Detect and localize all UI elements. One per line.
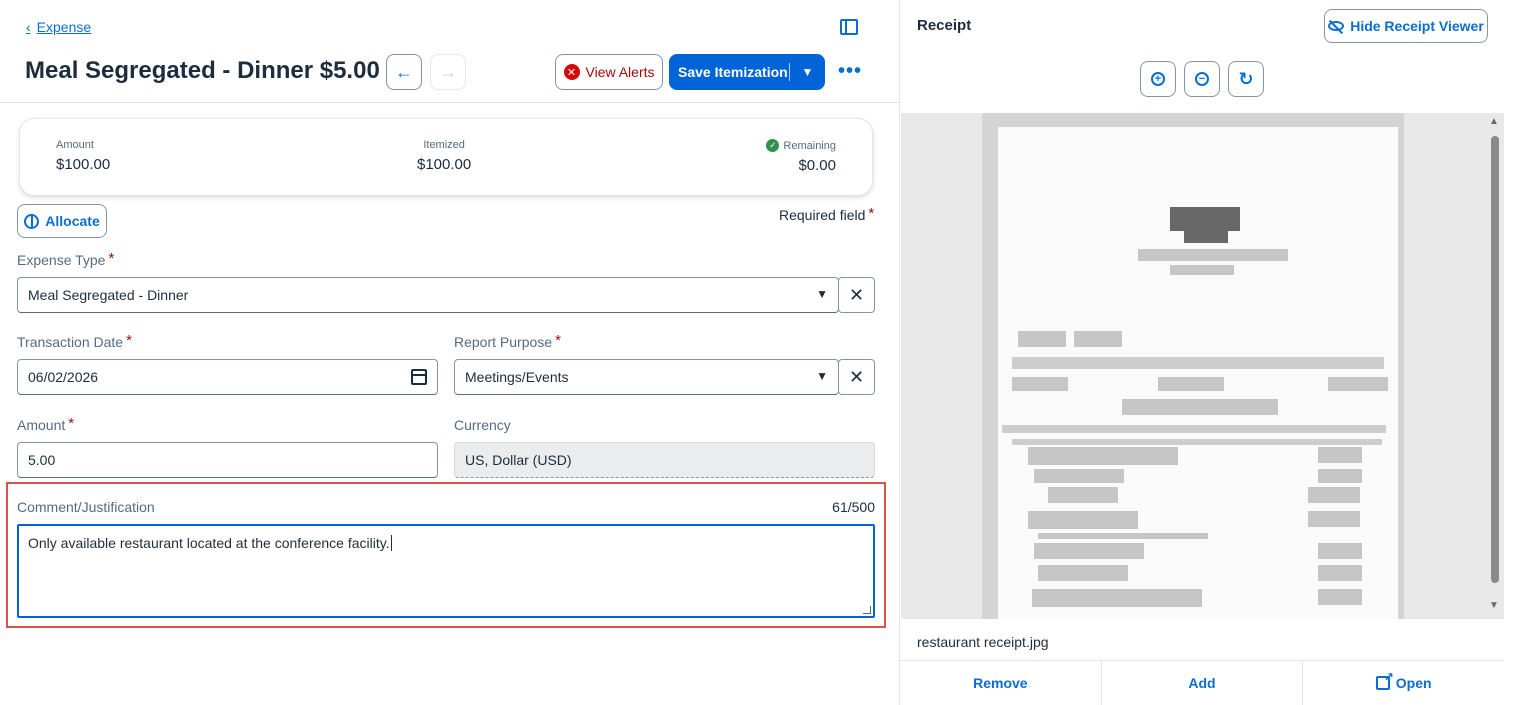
zoom-out-button[interactable]: − [1184, 61, 1220, 97]
amount-label-text: Amount [17, 417, 66, 433]
transaction-date-label: Transaction Date * [17, 332, 132, 351]
rotate-icon: ↻ [1238, 68, 1254, 89]
scroll-down-icon[interactable]: ▼ [1489, 600, 1499, 611]
zoom-out-icon: − [1195, 72, 1209, 86]
comment-value: Only available restaurant located at the… [28, 535, 390, 551]
expense-type-label-text: Expense Type [17, 252, 106, 268]
open-receipt-button[interactable]: Open [1303, 661, 1504, 705]
expense-type-value: Meal Segregated - Dinner [28, 287, 189, 303]
receipt-image [982, 113, 1404, 619]
summary-itemized-value: $100.00 [417, 156, 472, 173]
add-receipt-button[interactable]: Add [1102, 661, 1304, 705]
receipt-scrollbar[interactable]: ▲ ▼ [1489, 116, 1500, 614]
transaction-date-label-text: Transaction Date [17, 334, 124, 350]
arrow-right-icon: → [439, 61, 457, 82]
receipt-title: Receipt [917, 17, 972, 34]
report-purpose-value: Meetings/Events [465, 369, 569, 385]
summary-amount-value: $100.00 [56, 156, 111, 173]
required-marker: * [68, 415, 75, 432]
receipt-filename: restaurant receipt.jpg [917, 634, 1049, 650]
receipt-pane: Receipt Hide Receipt Viewer + − ↻ ▲ ▼ re… [899, 0, 1514, 705]
receipt-image-viewer[interactable] [901, 113, 1504, 619]
chevron-down-icon: ▼ [816, 369, 828, 383]
chevron-down-icon[interactable]: ▼ [790, 65, 825, 79]
required-marker: * [555, 332, 561, 349]
save-itemization-button[interactable]: Save Itemization ▼ [669, 54, 825, 90]
side-panel-icon[interactable] [840, 19, 858, 35]
comment-label: Comment/Justification [17, 499, 155, 515]
zoom-in-button[interactable]: + [1140, 61, 1176, 97]
summary-amount: Amount $100.00 [56, 139, 110, 173]
next-item-button[interactable]: → [430, 54, 466, 90]
transaction-date-value: 06/02/2026 [28, 369, 99, 385]
previous-item-button[interactable]: ← [386, 54, 422, 90]
required-marker: * [108, 250, 115, 267]
resize-handle[interactable] [863, 606, 871, 614]
allocate-label: Allocate [45, 213, 100, 229]
itemization-summary-card: Amount $100.00 Itemized $100.00 ✓ Remain… [20, 119, 872, 195]
expense-type-select[interactable]: Meal Segregated - Dinner ▼ [17, 277, 839, 313]
zoom-in-icon: + [1151, 72, 1165, 86]
arrow-left-icon: ← [395, 61, 413, 82]
eye-slash-icon [1328, 21, 1345, 31]
close-icon: ✕ [848, 366, 865, 387]
text-cursor [390, 535, 392, 551]
pie-chart-icon [24, 213, 40, 229]
receipt-actions: Remove Add Open [900, 660, 1504, 705]
remove-label: Remove [973, 675, 1028, 691]
rotate-button[interactable]: ↻ [1228, 61, 1264, 97]
summary-amount-label: Amount [56, 139, 94, 151]
required-field-text: Required field [779, 207, 866, 223]
amount-label: Amount * [17, 415, 75, 434]
view-alerts-button[interactable]: ✕ View Alerts [555, 54, 663, 90]
clear-expense-type-button[interactable]: ✕ [838, 277, 875, 313]
open-label: Open [1395, 675, 1432, 691]
add-label: Add [1188, 675, 1216, 691]
calendar-icon[interactable] [411, 369, 427, 385]
report-purpose-label-text: Report Purpose [454, 334, 553, 350]
remove-receipt-button[interactable]: Remove [900, 661, 1102, 705]
back-to-expense-link[interactable]: ‹ Expense [26, 19, 91, 35]
transaction-date-field[interactable]: 06/02/2026 [17, 359, 438, 395]
scroll-up-icon[interactable]: ▲ [1489, 116, 1499, 127]
chevron-down-icon: ▼ [816, 287, 828, 301]
amount-input[interactable]: 5.00 [17, 442, 438, 478]
chevron-left-icon: ‹ [26, 19, 31, 35]
view-alerts-label: View Alerts [585, 64, 655, 80]
summary-remaining: ✓ Remaining $0.00 [766, 139, 836, 174]
external-link-icon [1375, 670, 1394, 690]
expense-form-pane: ‹ Expense Meal Segregated - Dinner $5.00… [0, 0, 899, 705]
amount-value: 5.00 [28, 452, 56, 468]
back-link-label: Expense [36, 19, 92, 35]
summary-itemized: Itemized $100.00 [417, 139, 471, 173]
comment-textarea[interactable]: Only available restaurant located at the… [17, 524, 875, 618]
receipt-paper [998, 127, 1398, 619]
summary-remaining-label: Remaining [783, 139, 836, 152]
save-itemization-label: Save Itemization [678, 64, 788, 80]
more-options-icon[interactable]: ••• [838, 60, 861, 84]
clear-report-purpose-button[interactable]: ✕ [838, 359, 875, 395]
comment-char-count: 61/500 [832, 499, 875, 515]
currency-field: US, Dollar (USD) [454, 442, 875, 478]
error-icon: ✕ [563, 64, 580, 80]
checkmark-icon: ✓ [766, 139, 780, 152]
currency-label: Currency [454, 417, 511, 433]
required-marker: * [868, 205, 875, 222]
scroll-thumb[interactable] [1491, 136, 1499, 583]
allocate-button[interactable]: Allocate [17, 204, 107, 238]
hide-receipt-viewer-button[interactable]: Hide Receipt Viewer [1324, 9, 1488, 43]
hide-receipt-viewer-label: Hide Receipt Viewer [1350, 18, 1484, 34]
summary-itemized-label: Itemized [423, 139, 465, 151]
header-divider [0, 102, 899, 103]
page-title: Meal Segregated - Dinner $5.00 [25, 57, 380, 84]
required-marker: * [126, 332, 132, 349]
report-purpose-label: Report Purpose * [454, 332, 561, 351]
close-icon: ✕ [848, 284, 865, 305]
required-field-note: Required field * [779, 205, 875, 224]
report-purpose-select[interactable]: Meetings/Events ▼ [454, 359, 839, 395]
summary-remaining-header: ✓ Remaining [766, 139, 836, 152]
currency-value: US, Dollar (USD) [465, 452, 572, 468]
summary-remaining-value: $0.00 [798, 157, 836, 174]
expense-type-label: Expense Type * [17, 250, 115, 269]
